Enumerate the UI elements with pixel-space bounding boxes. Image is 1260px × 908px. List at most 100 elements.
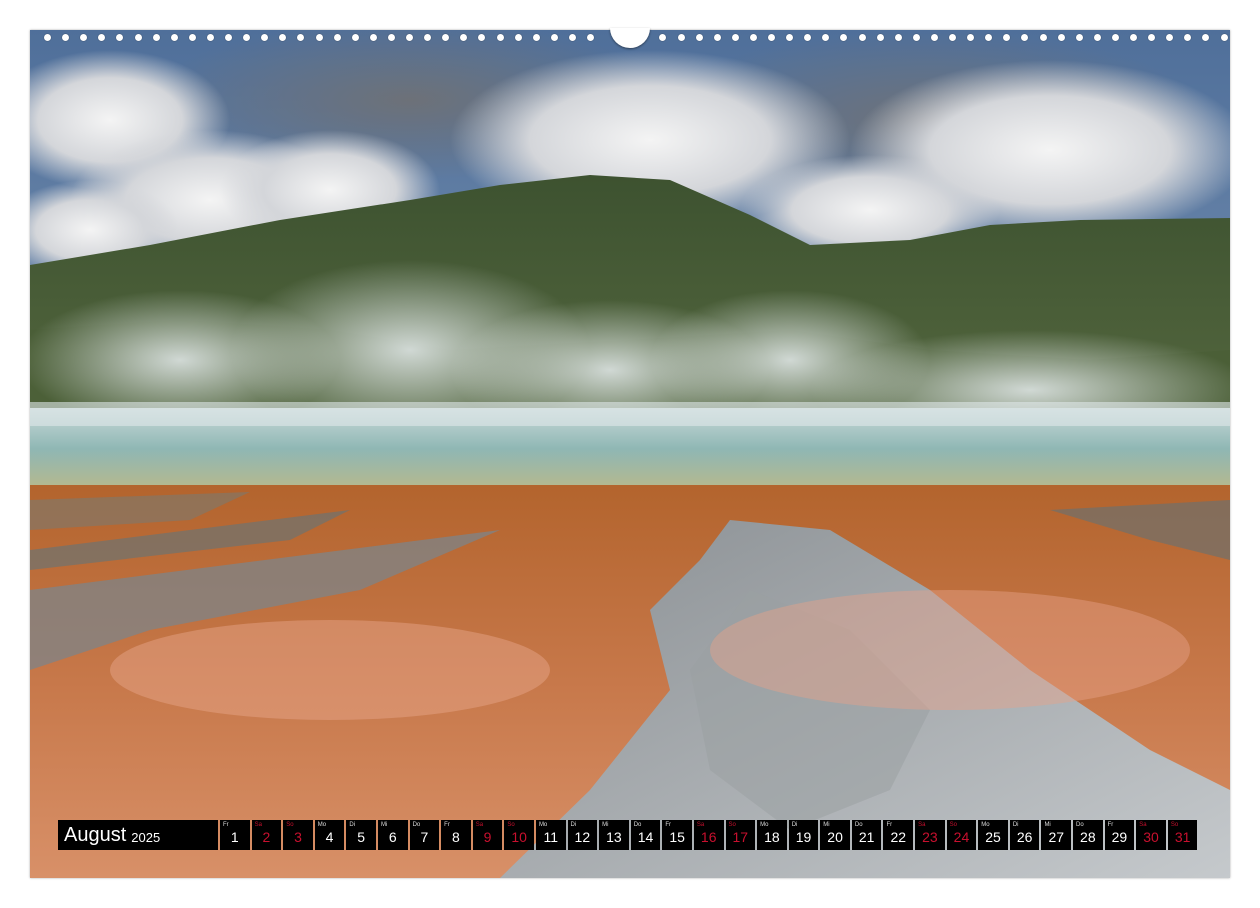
weekday-label: Di: [791, 822, 798, 828]
binding-hole: [188, 34, 196, 41]
binding-hole: [930, 34, 938, 41]
weekday-label: Mi: [380, 822, 388, 828]
binding-hole: [967, 34, 975, 41]
day-number: 22: [890, 829, 907, 845]
weekday-label: So: [286, 822, 294, 828]
binding-hole: [98, 34, 106, 41]
day-number: 1: [230, 829, 239, 845]
binding-hole: [369, 34, 377, 41]
binding-hole: [1111, 34, 1119, 41]
day-number: 24: [953, 829, 970, 845]
binding-hole: [80, 34, 88, 41]
month-label: August 2025: [58, 820, 218, 850]
binding-hole: [460, 34, 468, 41]
binding-hole: [225, 34, 232, 41]
binding-hole: [1057, 34, 1065, 41]
binding-hole: [1220, 34, 1228, 41]
day-number: 28: [1080, 829, 1096, 845]
day-number: 6: [388, 829, 397, 845]
weekday-label: Fr: [1107, 822, 1114, 828]
binding-hole: [387, 34, 395, 41]
weekday-label: Fr: [444, 822, 450, 828]
day-number: 21: [858, 829, 875, 845]
day-cell: Sa 23: [915, 820, 945, 850]
binding-hole: [768, 34, 775, 41]
binding-hole: [804, 34, 812, 41]
weekday-label: Mo: [317, 822, 327, 828]
weekday-label: Mo: [538, 822, 548, 828]
weekday-label: Do: [633, 822, 642, 828]
binding-hole: [279, 34, 287, 41]
binding-hole: [315, 34, 323, 41]
day-cell: Mi 13: [599, 820, 629, 850]
binding-hole: [1021, 34, 1029, 41]
day-cell: Mo 4: [314, 820, 345, 850]
day-cell: Di 19: [788, 820, 819, 850]
landscape-photo: [30, 30, 1230, 878]
binding-hole: [1093, 34, 1101, 41]
weekday-label: So: [949, 822, 957, 828]
day-cell: Mi 20: [820, 820, 850, 850]
binding-hole: [749, 34, 757, 41]
binding-hole: [695, 34, 703, 41]
day-number: 5: [357, 829, 366, 845]
day-cell: Di 12: [567, 820, 598, 850]
binding-hole: [1130, 34, 1137, 41]
day-number: 18: [764, 829, 780, 845]
weekday-label: Fr: [223, 822, 229, 828]
day-number: 29: [1111, 829, 1128, 845]
binding-hole: [442, 34, 450, 41]
month-name: August: [64, 823, 127, 846]
binding-hole: [550, 34, 558, 41]
binding-hole: [876, 34, 884, 41]
binding-hole: [1003, 34, 1011, 41]
weekday-label: Fr: [665, 822, 671, 828]
day-number: 30: [1143, 829, 1159, 845]
day-cell: Mi 6: [377, 820, 408, 850]
binding-hole: [406, 34, 413, 41]
weekday-label: Di: [349, 822, 356, 828]
binding-hole: [587, 34, 594, 41]
binding-hole: [496, 34, 504, 41]
binding-hole: [116, 34, 124, 41]
day-number: 31: [1174, 829, 1191, 845]
binding-hole: [985, 34, 993, 41]
weekday-label: Sa: [254, 822, 262, 828]
weekday-label: So: [507, 822, 515, 828]
binding-hole: [333, 34, 341, 41]
day-cell: Do 7: [409, 820, 440, 850]
day-cell: Sa 9: [472, 820, 503, 850]
year: 2025: [131, 829, 161, 845]
binding-hole: [206, 34, 214, 41]
day-number: 9: [483, 829, 492, 845]
binding-hole: [152, 34, 160, 41]
day-cell: Do 14: [630, 820, 661, 850]
day-number: 25: [985, 829, 1001, 845]
binding-hole: [840, 34, 848, 41]
weekday-label: Fr: [886, 822, 893, 828]
day-cell: Fr 8: [441, 820, 471, 850]
binding-hole: [134, 34, 142, 41]
day-number: 17: [732, 829, 749, 845]
weekday-label: So: [1170, 822, 1179, 828]
binding-hole: [478, 34, 486, 41]
day-cell: So 3: [283, 820, 313, 850]
binding-hole: [424, 34, 432, 41]
weekday-label: Sa: [475, 822, 484, 828]
weekday-label: Do: [1076, 822, 1084, 828]
day-number: 27: [1048, 829, 1065, 845]
weekday-label: Di: [1012, 822, 1019, 828]
binding-hole: [659, 34, 667, 41]
binding-hole: [1202, 34, 1210, 41]
day-number: 3: [294, 829, 302, 845]
day-cell: So 17: [725, 820, 756, 850]
binding-hole: [261, 34, 269, 41]
calendar-sheet: [30, 30, 1230, 878]
day-number: 4: [325, 829, 334, 845]
day-cell: Fr 29: [1104, 820, 1135, 850]
binding-hole: [1184, 34, 1192, 41]
binding-hole: [949, 34, 956, 41]
binding-hole: [514, 34, 522, 41]
binding-hole: [822, 34, 830, 41]
binding-hole: [1166, 34, 1174, 41]
